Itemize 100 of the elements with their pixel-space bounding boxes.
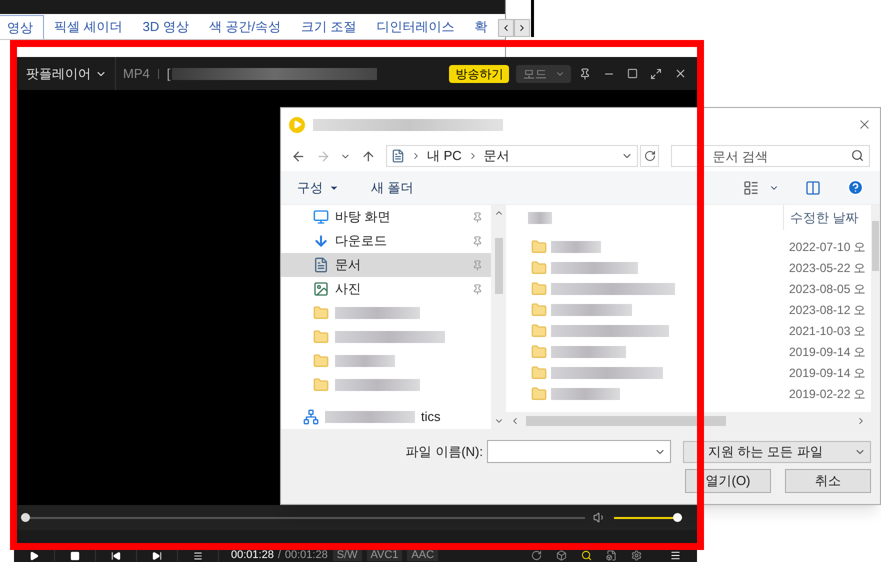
- nav-label: tics: [421, 408, 440, 426]
- close-icon[interactable]: [674, 67, 687, 80]
- dialog-button[interactable]: 취소: [785, 469, 871, 493]
- settings-tab[interactable]: 영상: [0, 15, 44, 39]
- nav-item[interactable]: tics: [281, 405, 491, 429]
- folder-icon: [313, 305, 329, 321]
- maximize-icon[interactable]: [627, 68, 638, 79]
- folder-icon: [531, 260, 547, 276]
- blurred-text: [551, 240, 601, 252]
- nav-label: 사진: [335, 280, 361, 298]
- scrollbar-thumb[interactable]: [494, 238, 502, 294]
- play-icon: [29, 550, 39, 560]
- menu-icon[interactable]: [670, 550, 681, 561]
- current-time: 00:01:28: [231, 550, 274, 561]
- nav-item[interactable]: 문서: [281, 253, 491, 277]
- folder-icon: [531, 386, 547, 402]
- folder-icon: [313, 377, 329, 393]
- settings-icon[interactable]: [631, 550, 642, 561]
- mode-button[interactable]: 모드: [516, 64, 572, 82]
- horizontal-scrollbar[interactable]: [506, 412, 880, 429]
- breadcrumb-item[interactable]: 내 PC: [427, 146, 462, 166]
- new-folder-button[interactable]: 새 폴더: [371, 178, 414, 198]
- search-icon: [850, 149, 864, 162]
- previous-icon: [111, 550, 121, 560]
- document-icon: [313, 257, 329, 273]
- file-date: 2019-09-14 오: [789, 344, 866, 360]
- file-date: 2019-09-14 오: [789, 364, 866, 382]
- file-date: 2021-10-03 오: [789, 322, 866, 340]
- settings-tab[interactable]: 3D 영상: [132, 15, 199, 39]
- file-date: 2023-08-05 오: [789, 280, 866, 298]
- file-date: 2023-08-12 오: [789, 302, 866, 318]
- codec-badge: AAC: [407, 550, 438, 561]
- rotate-icon[interactable]: [531, 550, 542, 561]
- volume-icon[interactable]: [593, 511, 606, 524]
- dialog-button[interactable]: 열기(O): [685, 469, 771, 493]
- back-icon[interactable]: [291, 148, 306, 164]
- next-icon: [152, 550, 162, 560]
- nav-item[interactable]: 다운로드: [281, 229, 491, 253]
- help-icon[interactable]: [847, 179, 864, 196]
- search-icon[interactable]: [581, 550, 592, 561]
- file-scrollbar[interactable]: [871, 205, 880, 412]
- codec-badge: S/W: [332, 550, 362, 561]
- download-icon: [313, 233, 329, 249]
- nav-scrollbar[interactable]: [491, 205, 506, 429]
- desktop-icon: [313, 209, 329, 225]
- stop-icon: [70, 550, 80, 560]
- file-type-dropdown[interactable]: 지원 하는 모든 파일: [683, 440, 871, 462]
- nav-label: 바탕 화면: [335, 208, 391, 226]
- filename-field[interactable]: [487, 440, 671, 463]
- blurred-text: [528, 212, 552, 224]
- folder-icon: [531, 238, 547, 254]
- app-logo-icon: [289, 116, 305, 132]
- preview-pane-icon[interactable]: [805, 180, 821, 196]
- document-icon[interactable]: [606, 550, 617, 561]
- pin-icon[interactable]: [579, 68, 591, 80]
- settings-tab[interactable]: 색 공간/속성: [198, 15, 292, 39]
- folder-icon: [531, 302, 547, 318]
- picture-icon: [313, 281, 329, 297]
- settings-tab[interactable]: 확: [464, 15, 498, 39]
- title-prefix: [: [166, 64, 170, 83]
- fullscreen-icon[interactable]: [650, 68, 662, 80]
- refresh-button[interactable]: [640, 145, 660, 167]
- volume-thumb[interactable]: [673, 513, 682, 522]
- nav-label: 다운로드: [335, 232, 387, 250]
- breadcrumb-item[interactable]: 문서: [484, 146, 510, 166]
- folder-icon: [313, 353, 329, 369]
- scrollbar-thumb[interactable]: [526, 416, 726, 426]
- blurred-text: [335, 355, 395, 367]
- total-time: 00:01:28: [284, 550, 328, 561]
- volume-slider[interactable]: [614, 512, 682, 522]
- address-bar[interactable]: 내 PC 문서: [386, 145, 638, 167]
- time-separator: /: [278, 550, 281, 561]
- file-date: 2023-05-22 오: [789, 260, 866, 276]
- folder-icon: [531, 280, 547, 296]
- nav-item[interactable]: 사진: [281, 277, 491, 301]
- settings-tab[interactable]: 픽셀 셰이더: [44, 15, 133, 39]
- file-date: 2019-02-22 오: [789, 386, 866, 402]
- codec-badge: AVC1: [366, 550, 402, 561]
- nav-item[interactable]: 바탕 화면: [281, 205, 491, 229]
- folder-icon: [531, 344, 547, 360]
- filename-label: 파일 이름(N):: [406, 442, 483, 461]
- broadcast-button[interactable]: 방송하기: [449, 64, 510, 82]
- document-icon: [391, 149, 406, 163]
- settings-tab[interactable]: 디인터레이스: [366, 15, 465, 39]
- search-field[interactable]: 문서 검색: [671, 145, 870, 167]
- nav-label: 문서: [335, 256, 361, 274]
- window-edge: [531, 0, 534, 37]
- scrollbar-thumb[interactable]: [872, 221, 879, 271]
- folder-icon: [531, 364, 547, 380]
- blurred-text: [551, 388, 620, 400]
- playlist-icon: [193, 550, 203, 560]
- settings-tab[interactable]: 크기 조절: [291, 15, 367, 39]
- cube-icon[interactable]: [556, 550, 567, 561]
- folder-icon: [531, 322, 547, 338]
- column-header[interactable]: 수정한 날짜: [783, 205, 859, 230]
- view-icon[interactable]: [743, 180, 759, 196]
- seek-thumb[interactable]: [21, 513, 30, 522]
- refresh-icon: [644, 150, 656, 162]
- organize-button[interactable]: 구성: [297, 178, 339, 198]
- folder-icon: [313, 329, 329, 345]
